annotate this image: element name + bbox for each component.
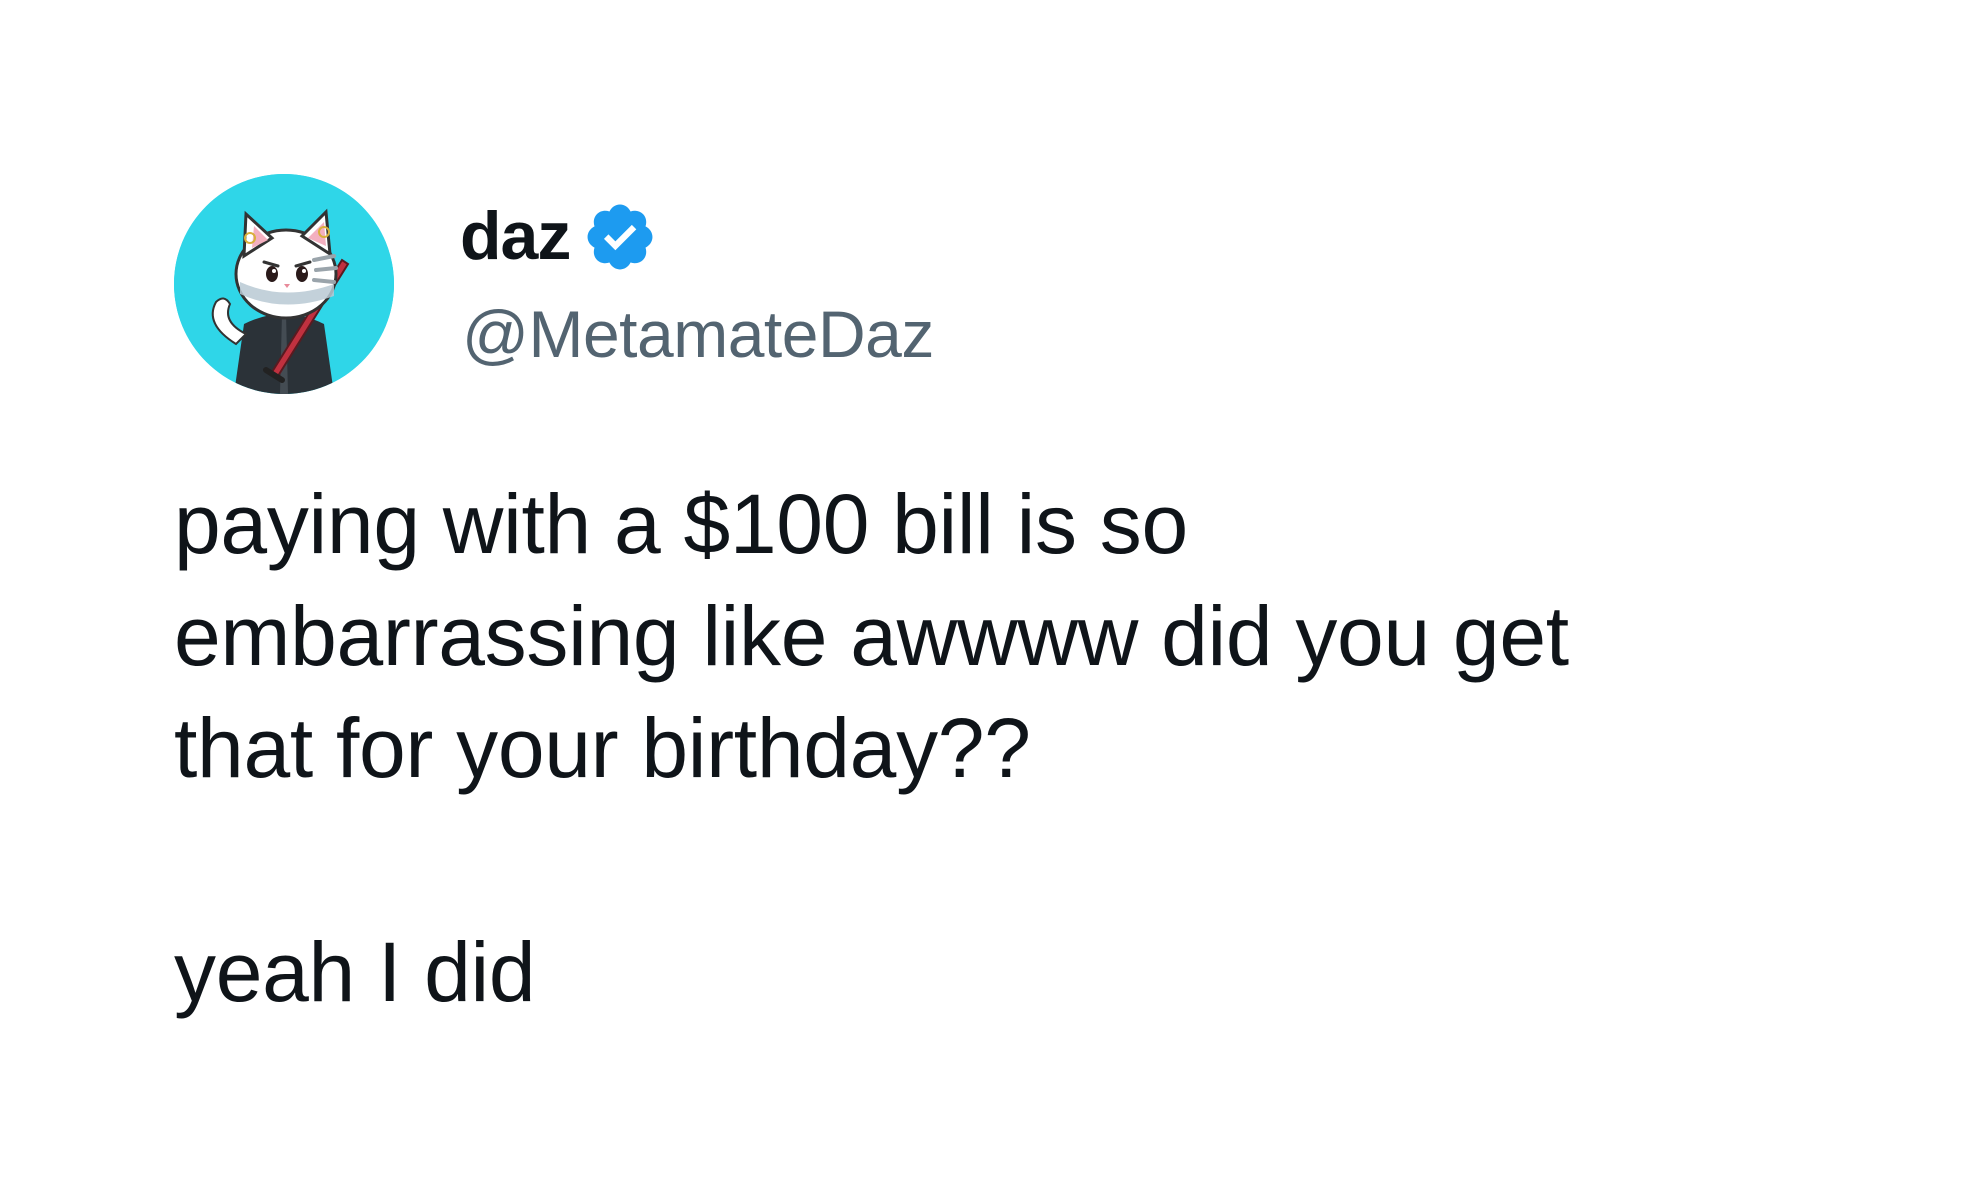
verified-badge-icon — [587, 204, 653, 270]
tweet-body: paying with a $100 bill is so embarrassi… — [174, 468, 1814, 1028]
tweet-paragraph-2: yeah I did — [174, 925, 536, 1019]
author-handle[interactable]: @MetamateDaz — [462, 294, 934, 374]
tweet-card: daz @MetamateDaz paying with a $100 bill… — [0, 0, 1964, 1200]
avatar[interactable] — [174, 174, 394, 394]
author-name-row: daz — [460, 196, 658, 276]
display-name[interactable]: daz — [460, 196, 571, 276]
cat-avatar-icon — [174, 174, 394, 394]
tweet-paragraph-1: paying with a $100 bill is so embarrassi… — [174, 477, 1569, 795]
